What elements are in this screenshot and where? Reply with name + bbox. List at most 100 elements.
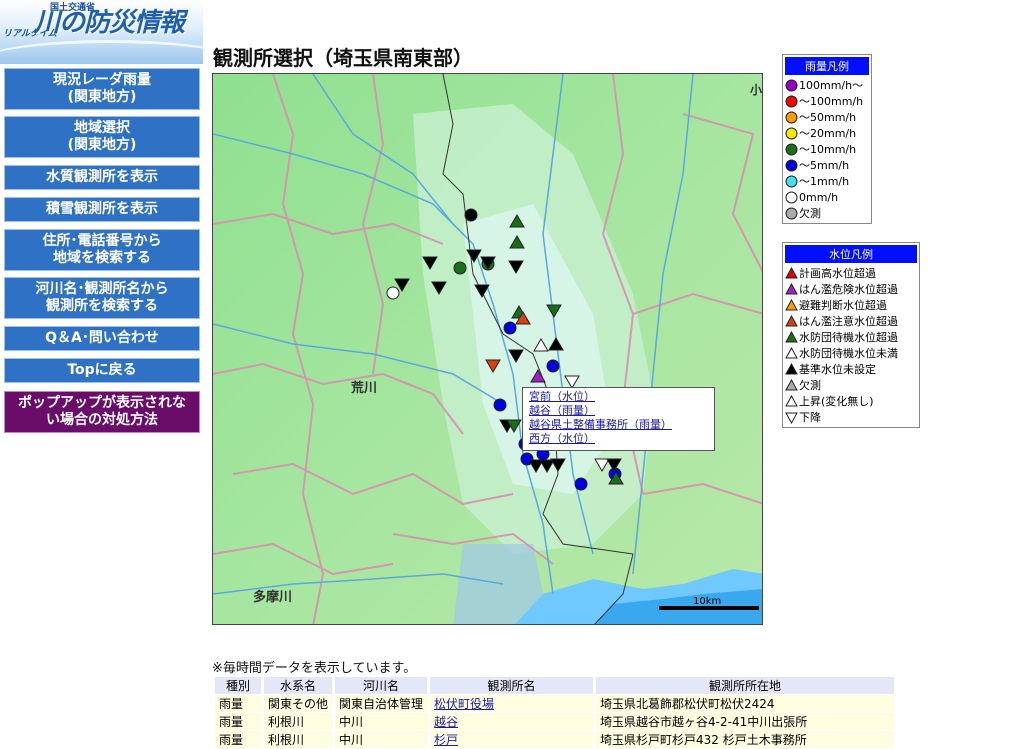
station-link[interactable]: 越谷 (434, 715, 458, 729)
water-legend-label: 欠測 (799, 379, 821, 392)
nav-label-sub: 観測所を検索する (46, 298, 158, 314)
rain-station-marker[interactable] (386, 286, 400, 300)
water-legend-item: 欠測 (783, 377, 919, 393)
data-note: ※毎時間データを表示しています。 (212, 661, 417, 676)
nav-popup-help[interactable]: ポップアップが表示されな い場合の対処方法 (4, 391, 200, 433)
station-map[interactable]: 荒川 多摩川 小 10km (212, 73, 763, 625)
river-label-arakawa: 荒川 (350, 380, 377, 396)
table-row: 雨量 関東その他 関東自治体管理 松伏町役場 埼玉県北葛飾郡松伏町松伏2424 (215, 695, 895, 712)
rain-legend-label: 100mm/h～ (799, 79, 864, 92)
rain-legend-label: ～50mm/h (799, 111, 857, 124)
rain-station-marker[interactable] (493, 398, 507, 412)
col-type: 種別 (215, 677, 261, 694)
rain-legend-label: 欠測 (799, 207, 821, 220)
cell-system: 利根川 (264, 713, 333, 730)
cell-type: 雨量 (215, 731, 261, 748)
nav-water-quality[interactable]: 水質観測所を表示 (4, 165, 200, 190)
rain-legend-swatch-icon (785, 143, 798, 155)
popup-link-nishikata[interactable]: 西方（水位） (529, 432, 708, 446)
rain-station-marker[interactable] (503, 321, 517, 335)
cell-river: 関東自治体管理 (335, 695, 428, 712)
nav-label: 河川名･観測所名から (35, 281, 169, 297)
page-title: 観測所選択（埼玉県南東部） (213, 46, 473, 70)
rain-legend-label: ～20mm/h (799, 127, 857, 140)
table-row: 雨量 利根川 中川 杉戸 埼玉県杉戸町杉戸432 杉戸土木事務所 (215, 731, 895, 748)
site-logo[interactable]: 国土交通省 リアルタイム 川の防災情報 (0, 0, 203, 64)
rain-legend-swatch-icon (785, 159, 798, 171)
nav-address-search[interactable]: 住所･電話番号から 地域を検索する (4, 229, 200, 271)
nav-radar-rain[interactable]: 現況レーダ雨量 (関東地方) (4, 68, 200, 110)
nav-label-sub: 地域を検索する (53, 250, 151, 266)
nav-label: 水質観測所を表示 (46, 169, 158, 185)
rain-legend-label: 0mm/h (799, 190, 839, 204)
nav-label-sub: (関東地方) (67, 89, 137, 105)
rain-legend-item: ～1mm/h (783, 173, 871, 189)
nav-label-sub: い場合の対処方法 (46, 412, 158, 428)
nav-qa[interactable]: Q＆A･問い合わせ (4, 326, 200, 351)
water-legend-label: 避難判断水位超過 (799, 299, 887, 312)
river-label-tamagawa: 多摩川 (253, 589, 292, 605)
nav-label: ポップアップが表示されな (18, 395, 186, 411)
cell-system: 利根川 (264, 731, 333, 748)
rain-legend-item: ～5mm/h (783, 157, 871, 173)
popup-link-koshigaya-office[interactable]: 越谷県土整備事務所（雨量） (529, 418, 708, 432)
map-canvas[interactable]: 荒川 多摩川 小 10km (213, 74, 763, 625)
cell-river: 中川 (335, 731, 428, 748)
water-legend: 水位凡例 計画高水位超過 はん濫危険水位超過 避難判断水位超過 はん濫注意水位超過 水防… (782, 242, 920, 428)
rain-legend-swatch-icon (785, 111, 798, 123)
rain-legend: 雨量凡例 100mm/h～ ～100mm/h ～50mm/h ～20mm/h ～10mm… (782, 54, 872, 224)
rain-station-marker[interactable] (453, 261, 467, 275)
water-legend-swatch-icon (785, 282, 798, 294)
popup-link-koshigaya[interactable]: 越谷（雨量） (529, 404, 708, 418)
nav-label-sub: (関東地方) (67, 137, 137, 153)
table-row: 雨量 利根川 中川 越谷 埼玉県越谷市越ヶ谷4-2-41中川出張所 (215, 713, 895, 730)
rain-legend-item: 0mm/h (783, 189, 871, 205)
cell-location: 埼玉県北葛飾郡松伏町松伏2424 (596, 695, 895, 712)
rain-legend-swatch-icon (785, 127, 798, 139)
nav-region-select[interactable]: 地域選択 (関東地方) (4, 116, 200, 158)
station-link[interactable]: 杉戸 (434, 733, 458, 747)
water-legend-swatch-icon (785, 266, 798, 278)
water-legend-swatch-icon (785, 378, 798, 390)
water-legend-label: はん濫注意水位超過 (799, 315, 898, 328)
water-legend-item: 避難判断水位超過 (783, 297, 919, 313)
rain-legend-item: ～20mm/h (783, 125, 871, 141)
rain-legend-swatch-icon (785, 95, 798, 107)
water-legend-label: 基準水位未設定 (799, 363, 876, 376)
rain-legend-item: ～50mm/h (783, 109, 871, 125)
water-legend-item: 上昇(変化無し) (783, 393, 919, 409)
water-legend-swatch-icon (785, 346, 798, 358)
station-popup: 宮前（水位） 越谷（雨量） 越谷県土整備事務所（雨量） 西方（水位） (522, 387, 715, 451)
table-header-row: 種別 水系名 河川名 観測所名 観測所所在地 (215, 677, 895, 694)
water-legend-item: 下降 (783, 409, 919, 425)
rain-station-marker[interactable] (546, 359, 560, 373)
nav-river-search[interactable]: 河川名･観測所名から 観測所を検索する (4, 277, 200, 319)
nav-label: 地域選択 (73, 120, 130, 136)
cell-location: 埼玉県杉戸町杉戸432 杉戸土木事務所 (596, 731, 895, 748)
rain-legend-swatch-icon (785, 191, 798, 203)
rain-legend-swatch-icon (785, 79, 798, 91)
water-legend-item: はん濫危険水位超過 (783, 281, 919, 297)
water-legend-swatch-icon (785, 298, 798, 310)
nav-snow[interactable]: 積雪観測所を表示 (4, 197, 200, 222)
rain-station-marker[interactable] (464, 208, 478, 222)
popup-link-miyamae[interactable]: 宮前（水位） (529, 390, 708, 404)
water-legend-swatch-icon (785, 362, 798, 374)
water-legend-swatch-icon (785, 394, 798, 406)
rain-legend-item: ～10mm/h (783, 141, 871, 157)
station-link[interactable]: 松伏町役場 (434, 697, 494, 711)
cell-type: 雨量 (215, 695, 261, 712)
nav-label: Topに戻る (67, 362, 137, 378)
rain-legend-title: 雨量凡例 (785, 57, 869, 75)
water-legend-label: 水防団待機水位未満 (799, 347, 898, 360)
rain-legend-label: ～5mm/h (799, 159, 850, 172)
rain-legend-item: 欠測 (783, 205, 871, 221)
nav-top[interactable]: Topに戻る (4, 358, 200, 383)
nav-label: 現況レーダ雨量 (53, 72, 151, 88)
water-legend-swatch-icon (785, 330, 798, 342)
map-edge-label: 小 (750, 82, 762, 97)
col-system: 水系名 (264, 677, 333, 694)
water-legend-item: 基準水位未設定 (783, 361, 919, 377)
water-legend-item: 計画高水位超過 (783, 265, 919, 281)
rain-station-marker[interactable] (574, 477, 588, 491)
